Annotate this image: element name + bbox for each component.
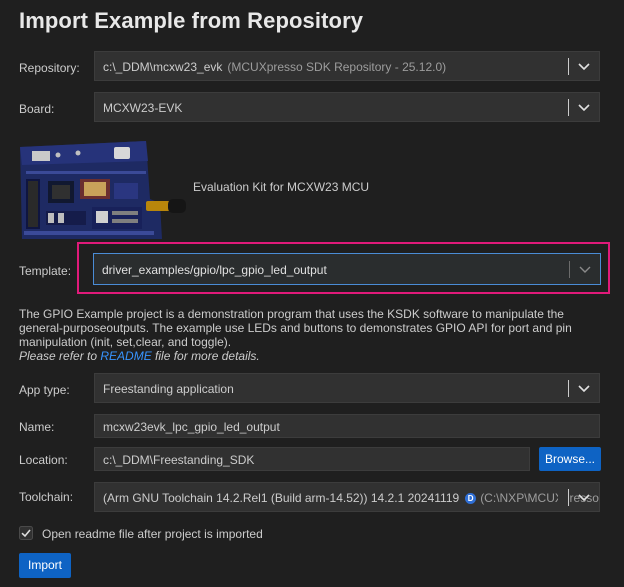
page-title: Import Example from Repository xyxy=(19,8,364,33)
chevron-down-icon[interactable] xyxy=(575,98,593,116)
dropdown-divider xyxy=(568,380,569,397)
toolchain-default-icon: D xyxy=(465,493,477,504)
description-text: The GPIO Example project is a demonstrat… xyxy=(19,307,572,349)
template-value: driver_examples/gpio/lpc_gpio_led_output xyxy=(102,263,327,277)
template-description: The GPIO Example project is a demonstrat… xyxy=(19,307,609,363)
dropdown-divider xyxy=(568,99,569,116)
board-image xyxy=(20,141,186,239)
template-dropdown[interactable]: driver_examples/gpio/lpc_gpio_led_output xyxy=(93,253,601,285)
repository-label: Repository: xyxy=(19,61,80,75)
name-field[interactable]: mcxw23evk_lpc_gpio_led_output xyxy=(94,414,600,438)
app-type-label: App type: xyxy=(19,383,70,397)
toolchain-value: (Arm GNU Toolchain 14.2.Rel1 (Build arm-… xyxy=(103,491,460,505)
location-value: c:\_DDM\Freestanding_SDK xyxy=(103,453,255,467)
app-type-dropdown[interactable]: Freestanding application xyxy=(94,373,600,403)
chevron-down-icon[interactable] xyxy=(575,379,593,397)
toolchain-dropdown[interactable]: (Arm GNU Toolchain 14.2.Rel1 (Build arm-… xyxy=(94,482,600,512)
template-label: Template: xyxy=(19,264,72,278)
toolchain-label: Toolchain: xyxy=(19,490,74,504)
repository-dropdown[interactable]: c:\_DDM\mcxw23_evk (MCUXpresso SDK Reposi… xyxy=(94,51,600,81)
readme-refer-prefix: Please refer to xyxy=(19,349,101,363)
chevron-down-icon[interactable] xyxy=(575,488,593,506)
repository-detail: (MCUXpresso SDK Repository - 25.12.0) xyxy=(227,60,447,74)
dropdown-divider xyxy=(568,58,569,75)
board-value: MCXW23-EVK xyxy=(103,101,183,115)
board-caption: Evaluation Kit for MCXW23 MCU xyxy=(193,180,370,194)
board-dropdown[interactable]: MCXW23-EVK xyxy=(94,92,600,122)
readme-refer-suffix: file for more details. xyxy=(151,349,260,363)
dropdown-divider xyxy=(568,489,569,506)
chevron-down-icon[interactable] xyxy=(576,260,594,278)
location-label: Location: xyxy=(19,453,68,467)
location-field[interactable]: c:\_DDM\Freestanding_SDK xyxy=(94,447,530,471)
open-readme-checkbox[interactable] xyxy=(19,526,33,540)
name-value: mcxw23evk_lpc_gpio_led_output xyxy=(103,420,280,434)
chevron-down-icon[interactable] xyxy=(575,57,593,75)
app-type-value: Freestanding application xyxy=(103,382,234,396)
dropdown-divider xyxy=(569,261,570,278)
open-readme-label: Open readme file after project is import… xyxy=(42,527,263,541)
import-button[interactable]: Import xyxy=(19,553,71,578)
name-label: Name: xyxy=(19,420,55,434)
board-label: Board: xyxy=(19,102,55,116)
browse-button[interactable]: Browse... xyxy=(539,447,601,471)
repository-value: c:\_DDM\mcxw23_evk xyxy=(103,60,223,74)
readme-link[interactable]: README xyxy=(100,349,151,363)
